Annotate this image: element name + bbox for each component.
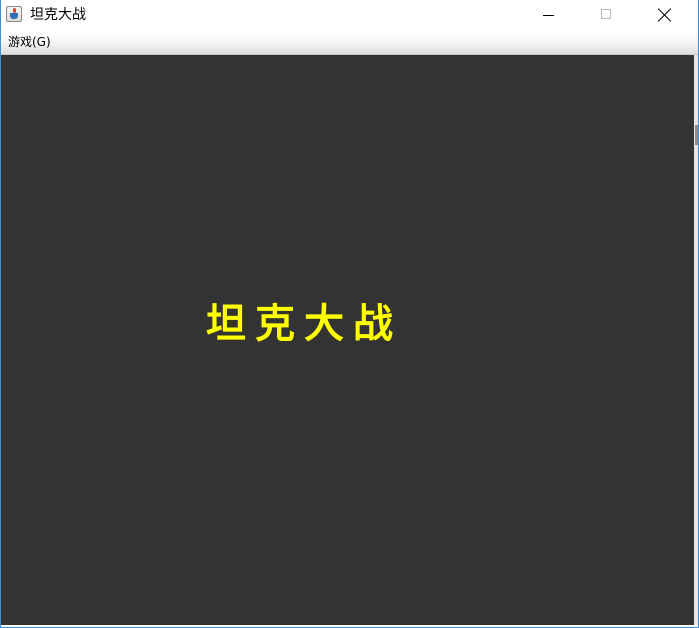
- game-title-text: 坦克大战: [206, 300, 402, 347]
- minimize-button[interactable]: [526, 0, 572, 31]
- window-title: 坦克大战: [30, 7, 86, 23]
- menu-game[interactable]: 游戏(G): [7, 34, 52, 50]
- close-button[interactable]: [642, 0, 688, 31]
- java-icon[interactable]: [6, 6, 22, 22]
- maximize-icon: [601, 9, 611, 19]
- close-icon: [658, 8, 672, 22]
- java-cup-icon: [10, 13, 18, 19]
- minimize-icon: [543, 15, 554, 16]
- menu-bar: 游戏(G): [1, 31, 698, 55]
- scrollbar-thumb[interactable]: [695, 125, 698, 145]
- game-canvas[interactable]: 坦克大战: [1, 55, 694, 625]
- application-window: 坦克大战 游戏(G) 坦克大战: [0, 0, 699, 628]
- title-bar[interactable]: 坦克大战: [1, 0, 698, 31]
- maximize-button[interactable]: [583, 0, 629, 31]
